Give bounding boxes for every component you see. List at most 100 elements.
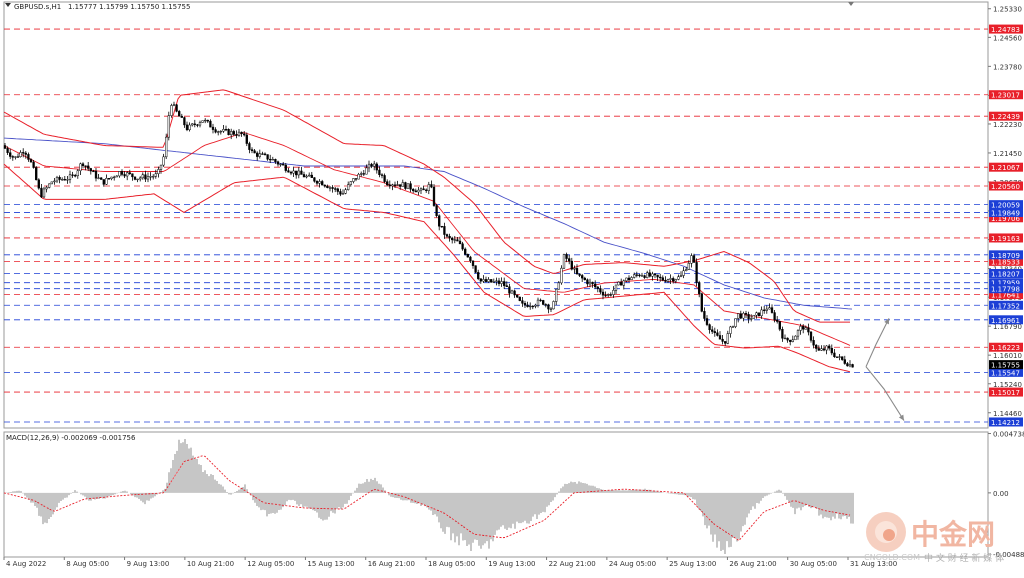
candle-body <box>781 328 784 339</box>
candle <box>412 188 415 193</box>
candle <box>349 181 352 187</box>
candle <box>360 171 363 177</box>
candle-body <box>695 262 698 283</box>
candle-body <box>152 176 155 178</box>
support-level-label: 1.15547 <box>991 369 1020 377</box>
candle <box>310 171 313 178</box>
candle <box>695 258 698 287</box>
chart-svg: GBPUSD.s,H1 1.15777 1.15799 1.15750 1.157… <box>3 1 1024 568</box>
resistance-level-label: 1.19163 <box>991 235 1020 243</box>
candle-body <box>627 277 631 280</box>
candle-body <box>453 239 456 241</box>
candle-body <box>510 290 514 294</box>
candle <box>516 294 519 299</box>
candle <box>167 111 170 141</box>
candle-body <box>724 341 727 344</box>
candle <box>375 162 378 174</box>
candle <box>308 172 311 177</box>
candle-body <box>313 177 316 182</box>
candle-body <box>620 281 623 286</box>
candle-body <box>609 294 612 296</box>
chart-root: GBPUSD.s,H1 1.15777 1.15799 1.15750 1.157… <box>0 0 1024 574</box>
candle-body <box>799 326 802 331</box>
candle-body <box>373 163 376 167</box>
candle-body <box>24 152 27 155</box>
candle-body <box>196 124 199 126</box>
candle-body <box>300 170 303 175</box>
candle-body <box>243 133 246 136</box>
candle <box>232 129 235 136</box>
candle-body <box>448 235 451 239</box>
candle-body <box>253 150 256 154</box>
candle <box>744 310 748 319</box>
candle <box>786 337 789 343</box>
candle-body <box>219 130 222 133</box>
time-tick-label: 22 Aug 21:00 <box>549 560 596 568</box>
candle-body <box>297 170 300 176</box>
candle-body <box>58 177 61 180</box>
candle <box>568 255 571 265</box>
candle-body <box>617 281 620 286</box>
candle <box>180 113 183 118</box>
candle <box>430 180 433 189</box>
dropdown-triangle-icon[interactable] <box>5 3 11 7</box>
time-tick-label: 30 Aug 05:00 <box>790 560 837 568</box>
candle <box>734 318 737 329</box>
candle-body <box>692 255 696 263</box>
candle-body <box>435 205 438 216</box>
candle-body <box>107 177 111 180</box>
candle-body <box>170 105 173 116</box>
candle-body <box>786 337 789 341</box>
support-level-label: 1.16961 <box>991 317 1020 325</box>
candle <box>71 171 74 178</box>
watermark-brand: 中金网 <box>911 518 995 551</box>
candle <box>768 303 771 310</box>
forecast-up-arrow-line <box>865 318 890 367</box>
candle-body <box>529 305 532 308</box>
candle <box>716 329 719 337</box>
candle-body <box>516 294 519 298</box>
candle-body <box>560 267 563 284</box>
candle <box>266 154 269 161</box>
price-tick-label: 1.22230 <box>993 121 1022 129</box>
macd-tick-label: 0.00 <box>993 490 1009 498</box>
candle <box>110 176 113 181</box>
candle-body <box>308 174 311 177</box>
candle <box>68 170 72 184</box>
watermark-subtitle: 中 文 财 经 新 媒 体 <box>924 552 1004 564</box>
candle <box>646 270 649 279</box>
candle-body <box>214 129 217 133</box>
candle-body <box>708 324 711 331</box>
candle-body <box>123 174 126 177</box>
candle-body <box>35 167 38 181</box>
candle-body <box>331 187 334 189</box>
time-tick-label: 10 Aug 21:00 <box>187 560 234 568</box>
scroll-marker-icon[interactable] <box>848 2 854 6</box>
candle-body <box>347 184 350 190</box>
candle-body <box>419 188 423 191</box>
candle-body <box>326 185 329 189</box>
candle <box>386 179 389 186</box>
candle-body <box>575 268 579 275</box>
candle <box>240 131 243 137</box>
candle-body <box>248 143 251 150</box>
candle-body <box>113 176 116 179</box>
candle <box>505 281 508 287</box>
time-tick-label: 25 Aug 13:00 <box>669 560 716 568</box>
candle <box>118 171 121 178</box>
candle-body <box>120 171 124 175</box>
candle <box>594 280 597 289</box>
candle <box>406 183 410 189</box>
resistance-level-label: 1.15017 <box>991 389 1020 397</box>
candle <box>133 176 137 181</box>
candle-body <box>245 134 248 144</box>
candle-body <box>417 189 420 193</box>
candle-body <box>360 173 363 175</box>
candle <box>555 288 558 306</box>
candle-body <box>835 356 839 358</box>
candle-body <box>224 128 228 131</box>
candle-body <box>672 278 675 282</box>
candle-body <box>89 168 92 172</box>
candle <box>354 178 358 182</box>
candle <box>578 273 581 277</box>
